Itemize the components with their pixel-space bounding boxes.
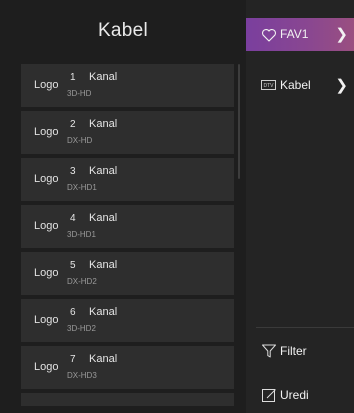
list-title: Kabel [97,20,149,41]
channel-logo: Logo [34,173,59,185]
channel-list: Logo 1 Kanal 3D-HD Logo 2 Kanal DX-HD Lo… [21,64,234,406]
heart-icon [262,29,276,42]
channel-name: Kanal [89,118,118,130]
channel-type: 3D-HD [67,89,92,98]
channel-name: Kanal [89,259,118,271]
channel-type: 3D-HD1 [67,230,96,239]
edit-label: Uredi [280,388,309,402]
fav-label: FAV1 [280,27,309,41]
channel-number: 6 [70,307,76,318]
channel-row-5[interactable]: Logo 5 Kanal DX-HD2 [21,252,234,295]
channel-row-6[interactable]: Logo 6 Kanal 3D-HD2 [21,299,234,342]
channel-row-partial[interactable] [21,393,234,406]
chevron-right-icon: ❯ [335,26,348,43]
channel-name: Kanal [89,353,118,365]
channel-list-panel: Kabel Logo 1 Kanal 3D-HD Logo 2 Kanal DX… [0,0,246,413]
chevron-right-icon: ❯ [335,77,348,94]
filter-button[interactable]: Filter [246,335,354,368]
divider [256,327,354,328]
filter-icon [262,344,276,358]
channel-type: DX-HD3 [67,371,97,380]
channel-number: 2 [70,119,76,130]
channel-logo: Logo [34,220,59,232]
channel-row-3[interactable]: Logo 3 Kanal DX-HD1 [21,158,234,201]
channel-row-4[interactable]: Logo 4 Kanal 3D-HD1 [21,205,234,248]
filter-label: Filter [280,344,307,358]
channel-type: DX-HD2 [67,277,97,286]
source-kabel-button[interactable]: DTV Kabel ❯ [246,67,354,100]
channel-logo: Logo [34,126,59,138]
channel-type: DX-HD [67,136,93,145]
channel-number: 1 [70,72,76,83]
fav-list-button[interactable]: FAV1 ❯ [246,18,354,51]
channel-name: Kanal [89,212,118,224]
channel-number: 5 [70,260,76,271]
edit-button[interactable]: Uredi [246,379,354,412]
channel-logo: Logo [34,361,59,373]
channel-row-7[interactable]: Logo 7 Kanal DX-HD3 [21,346,234,389]
options-panel: FAV1 ❯ DTV Kabel ❯ Filter Uredi [246,0,354,413]
source-label: Kabel [280,78,311,92]
channel-name: Kanal [89,306,118,318]
channel-logo: Logo [34,267,59,279]
channel-logo: Logo [34,79,59,91]
channel-type: DX-HD1 [67,183,97,192]
edit-icon [262,389,276,402]
channel-name: Kanal [89,165,118,177]
channel-type: 3D-HD2 [67,324,96,333]
channel-number: 3 [70,166,76,177]
channel-number: 7 [70,354,76,365]
list-scrollbar[interactable] [238,64,240,179]
dtv-icon: DTV [261,80,276,90]
channel-number: 4 [70,213,76,224]
channel-row-2[interactable]: Logo 2 Kanal DX-HD [21,111,234,154]
channel-name: Kanal [89,71,118,83]
channel-row-1[interactable]: Logo 1 Kanal 3D-HD [21,64,234,107]
channel-logo: Logo [34,314,59,326]
